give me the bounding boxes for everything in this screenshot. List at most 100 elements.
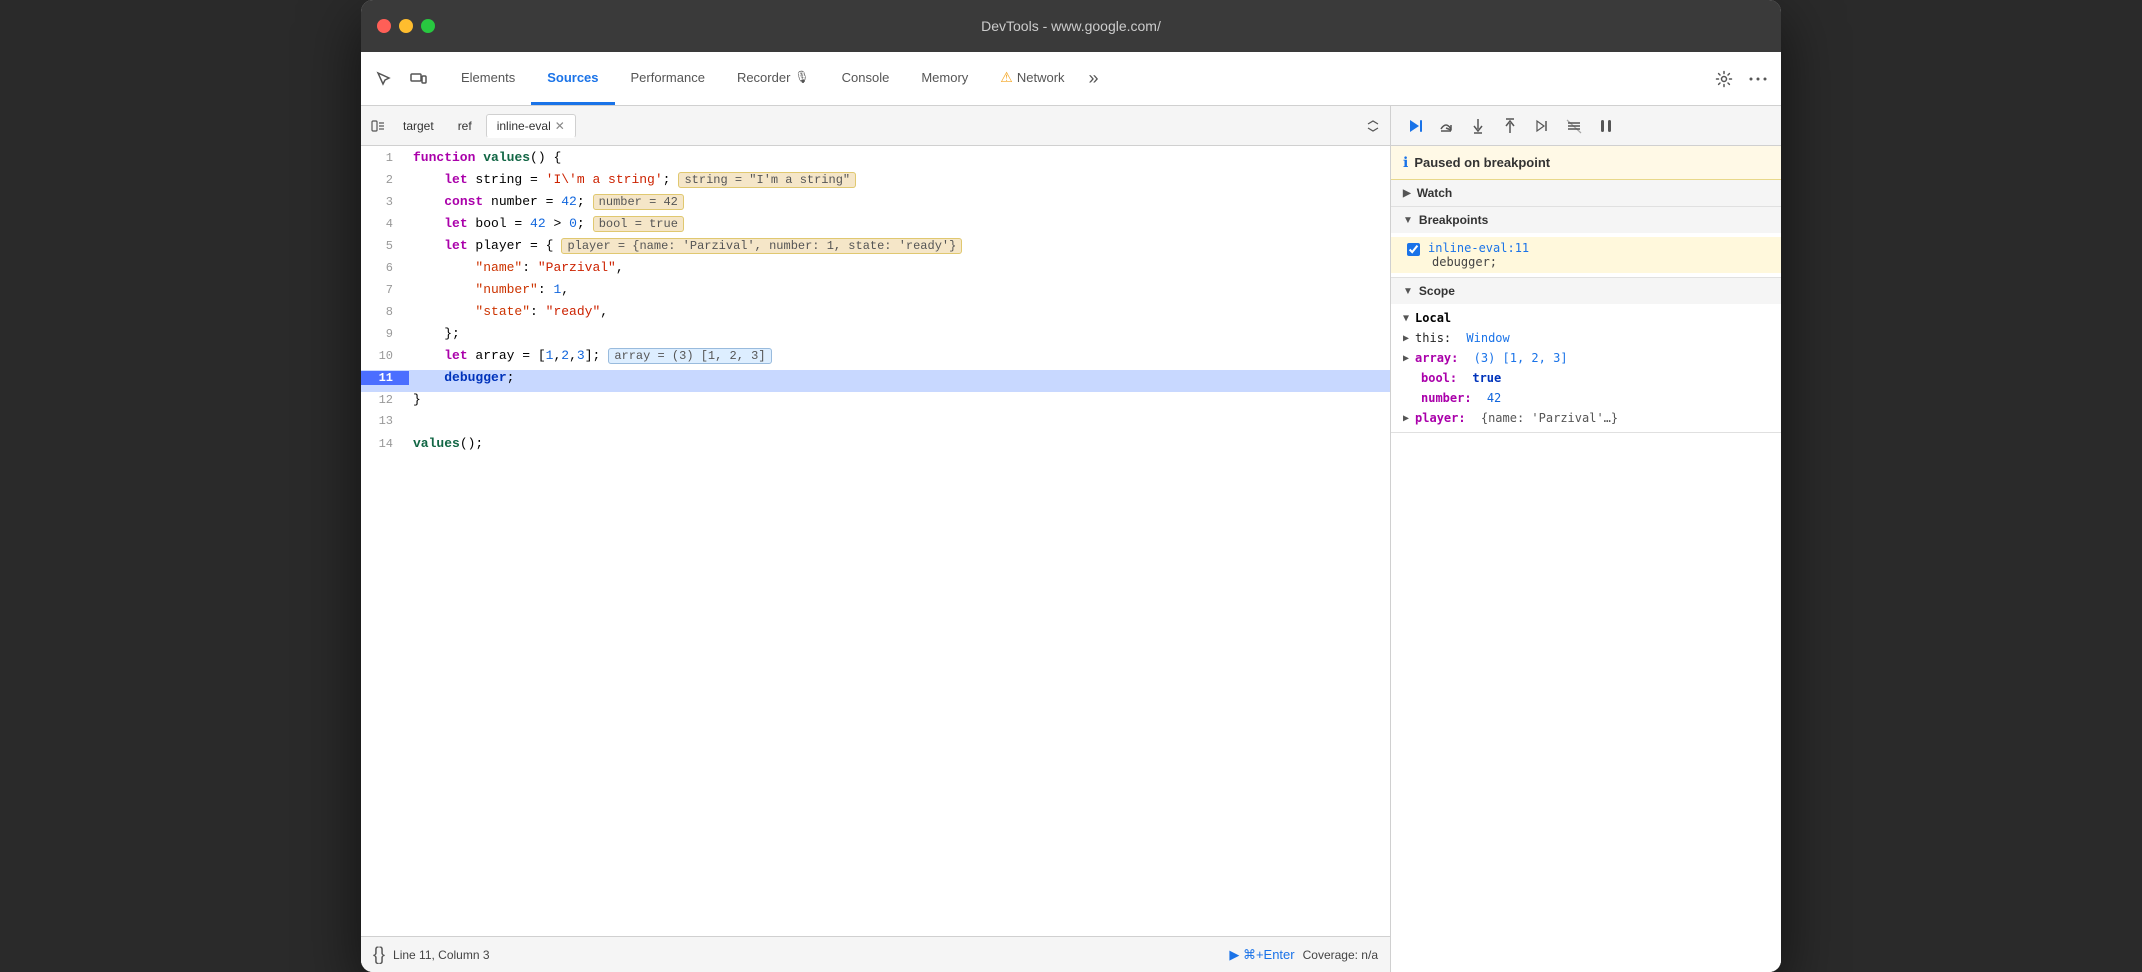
code-line-7: 7 "number": 1,	[361, 282, 1390, 304]
code-lines: 1 function values() { 2 let string = 'I\…	[361, 146, 1390, 462]
code-line-1: 1 function values() {	[361, 150, 1390, 172]
code-line-13: 13	[361, 414, 1390, 436]
breakpoint-location: inline-eval:11	[1428, 241, 1529, 255]
array-value[interactable]: (3) [1, 2, 3]	[1474, 351, 1568, 365]
breakpoints-label: Breakpoints	[1419, 213, 1488, 227]
step-out-button[interactable]	[1495, 112, 1525, 140]
scope-player-item: ▶ player: {name: 'Parzival'…}	[1391, 408, 1781, 428]
status-bar: {} Line 11, Column 3 ▶ ⌘+Enter Coverage:…	[361, 936, 1390, 972]
local-label: Local	[1415, 311, 1451, 325]
status-bar-left: {} Line 11, Column 3	[373, 944, 490, 965]
pause-exceptions-button[interactable]	[1591, 112, 1621, 140]
device-toolbar-button[interactable]	[403, 64, 433, 94]
scope-section: ▼ Scope ▼ Local ▶ this: Window	[1391, 278, 1781, 433]
paused-message: Paused on breakpoint	[1414, 155, 1550, 170]
code-line-12: 12 }	[361, 392, 1390, 414]
code-line-4: 4 let bool = 42 > 0;bool = true	[361, 216, 1390, 238]
code-line-9: 9 };	[361, 326, 1390, 348]
recorder-icon: 🎙	[794, 70, 809, 84]
code-line-6: 6 "name": "Parzival",	[361, 260, 1390, 282]
panel-body: target ref inline-eval ✕	[361, 106, 1781, 972]
maximize-button[interactable]	[421, 19, 435, 33]
tab-sources[interactable]: Sources	[531, 52, 614, 105]
devtools-actions	[1709, 64, 1773, 94]
network-warning-icon: ⚠	[1000, 69, 1013, 86]
breakpoints-body: inline-eval:11 debugger;	[1391, 233, 1781, 277]
close-tab-icon[interactable]: ✕	[555, 120, 565, 132]
show-navigator-button[interactable]	[365, 113, 391, 139]
run-script-button[interactable]: ▶ ⌘+Enter	[1229, 947, 1294, 963]
code-line-10: 10 let array = [1,2,3];array = (3) [1, 2…	[361, 348, 1390, 370]
player-value[interactable]: {name: 'Parzival'…}	[1481, 411, 1618, 425]
step-over-button[interactable]	[1431, 112, 1461, 140]
watch-section-header[interactable]: ▶ Watch	[1391, 180, 1781, 206]
breakpoint-code: debugger;	[1428, 255, 1529, 269]
minimize-button[interactable]	[399, 19, 413, 33]
tab-elements[interactable]: Elements	[445, 52, 531, 105]
watch-triangle-icon: ▶	[1403, 188, 1411, 199]
close-button[interactable]	[377, 19, 391, 33]
code-line-3: 3 const number = 42;number = 42	[361, 194, 1390, 216]
breakpoints-section: ▼ Breakpoints inline-eval:11 debugger;	[1391, 207, 1781, 278]
code-line-2: 2 let string = 'I\'m a string';string = …	[361, 172, 1390, 194]
watch-label: Watch	[1417, 186, 1453, 200]
inline-eval-string: string = "I'm a string"	[678, 172, 856, 188]
tab-recorder[interactable]: Recorder 🎙	[721, 52, 826, 105]
player-expand-icon: ▶	[1403, 413, 1409, 424]
file-tab-target[interactable]: target	[393, 115, 444, 137]
settings-button[interactable]	[1709, 64, 1739, 94]
tab-network[interactable]: ⚠ Network	[984, 52, 1080, 105]
tab-console[interactable]: Console	[826, 52, 906, 105]
scope-section-header[interactable]: ▼ Scope	[1391, 278, 1781, 304]
inline-eval-array: array = (3) [1, 2, 3]	[608, 348, 771, 364]
resume-button[interactable]	[1399, 112, 1429, 140]
scope-this-item: ▶ this: Window	[1391, 328, 1781, 348]
more-tabs-button[interactable]: »	[1081, 68, 1107, 89]
paused-banner: ℹ Paused on breakpoint	[1391, 146, 1781, 180]
tab-list: Elements Sources Performance Recorder 🎙 …	[445, 52, 1709, 105]
file-tab-inline-eval[interactable]: inline-eval ✕	[486, 114, 576, 138]
cursor-position: Line 11, Column 3	[393, 948, 490, 962]
devtools-window: DevTools - www.google.com/ Elements Sour…	[361, 0, 1781, 972]
tab-memory[interactable]: Memory	[905, 52, 984, 105]
number-value: 42	[1487, 391, 1501, 405]
debugger-toolbar	[1391, 106, 1781, 146]
breakpoints-triangle-icon: ▼	[1403, 215, 1413, 226]
traffic-lights	[377, 19, 435, 33]
status-bar-right: ▶ ⌘+Enter Coverage: n/a	[1229, 947, 1378, 963]
array-expand-icon: ▶	[1403, 353, 1409, 364]
window-title: DevTools - www.google.com/	[981, 18, 1161, 34]
local-header[interactable]: ▼ Local	[1391, 308, 1781, 328]
inline-eval-player: player = {name: 'Parzival', number: 1, s…	[561, 238, 962, 254]
deactivate-breakpoints-button[interactable]	[1559, 112, 1589, 140]
more-options-button[interactable]	[1743, 64, 1773, 94]
step-button[interactable]	[1527, 112, 1557, 140]
step-into-button[interactable]	[1463, 112, 1493, 140]
coverage-label: Coverage: n/a	[1303, 948, 1378, 962]
scope-array-item: ▶ array: (3) [1, 2, 3]	[1391, 348, 1781, 368]
source-tabs: target ref inline-eval ✕	[361, 106, 1390, 146]
code-editor[interactable]: 1 function values() { 2 let string = 'I\…	[361, 146, 1390, 936]
this-value[interactable]: Window	[1466, 331, 1509, 345]
this-expand-icon: ▶	[1403, 333, 1409, 344]
code-line-8: 8 "state": "ready",	[361, 304, 1390, 326]
right-panel: ℹ Paused on breakpoint ▶ Watch ▼ Breakpo…	[1391, 106, 1781, 972]
file-tab-ref[interactable]: ref	[448, 115, 482, 137]
info-icon: ℹ	[1403, 154, 1408, 171]
breakpoints-section-header[interactable]: ▼ Breakpoints	[1391, 207, 1781, 233]
scope-triangle-icon: ▼	[1403, 286, 1413, 297]
code-line-14: 14 values();	[361, 436, 1390, 458]
tab-performance[interactable]: Performance	[615, 52, 721, 105]
inline-eval-number: number = 42	[593, 194, 684, 210]
breakpoint-item: inline-eval:11 debugger;	[1391, 237, 1781, 273]
expand-editor-button[interactable]	[1360, 113, 1386, 139]
local-triangle-icon: ▼	[1403, 313, 1409, 324]
inline-eval-bool: bool = true	[593, 216, 684, 232]
titlebar: DevTools - www.google.com/	[361, 0, 1781, 52]
breakpoint-checkbox[interactable]	[1407, 243, 1420, 256]
right-sections: ▶ Watch ▼ Breakpoints inline-eval	[1391, 180, 1781, 972]
devtools-tabs: Elements Sources Performance Recorder 🎙 …	[361, 52, 1781, 106]
inspect-element-button[interactable]	[369, 64, 399, 94]
format-button[interactable]: {}	[373, 944, 385, 965]
scope-bool-item: bool: true	[1391, 368, 1781, 388]
